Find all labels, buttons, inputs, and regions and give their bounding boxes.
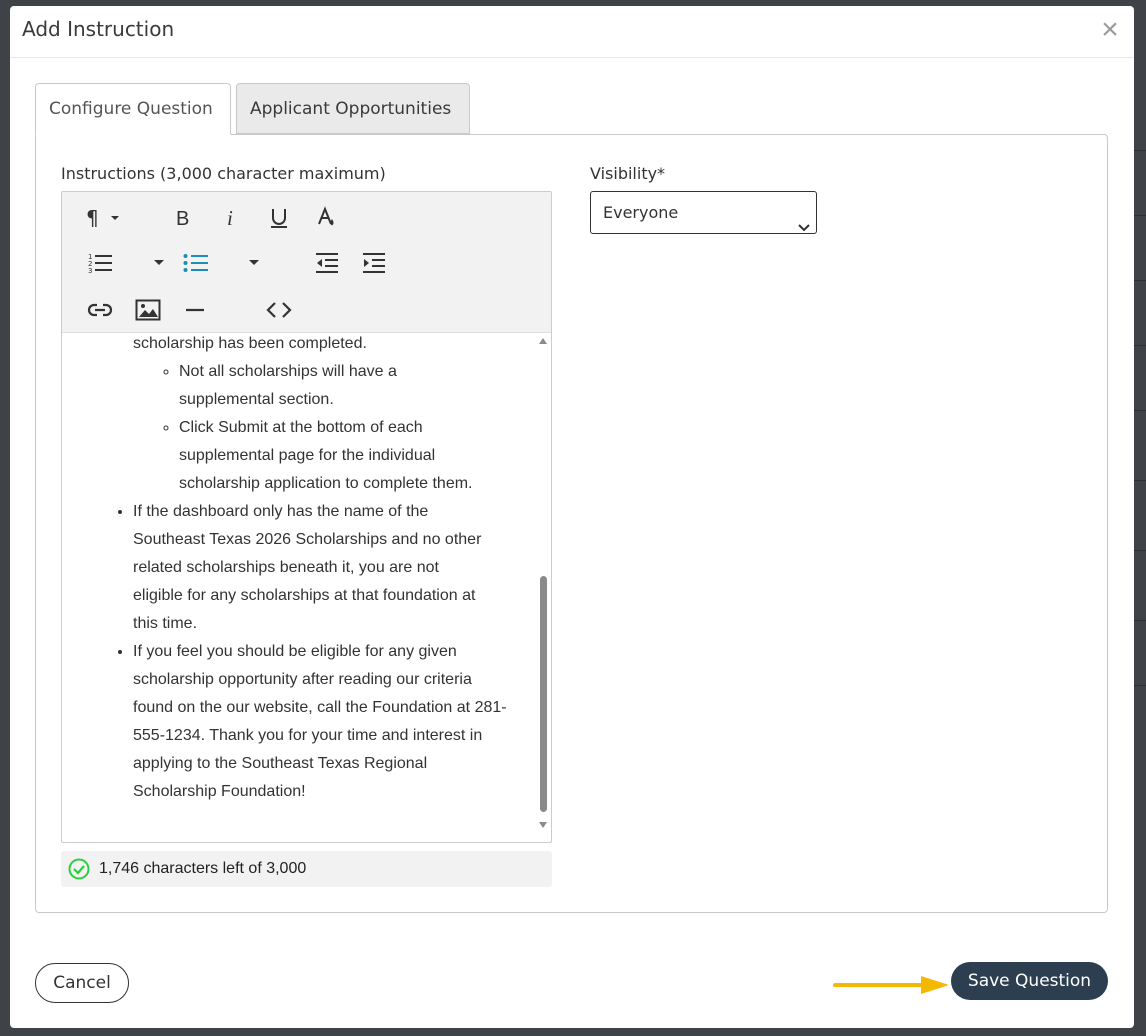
ordered-list-icon[interactable]: 123 <box>84 247 116 279</box>
italic-icon[interactable]: i <box>215 202 247 234</box>
check-circle-icon <box>68 858 90 885</box>
backdrop-line <box>1134 215 1146 216</box>
scroll-thumb[interactable] <box>540 576 547 812</box>
backdrop-line <box>1134 410 1146 411</box>
bold-icon[interactable]: B <box>167 202 199 234</box>
horizontal-rule-icon[interactable] <box>179 294 211 326</box>
sub-list: Not all scholarships will have a supplem… <box>179 358 519 498</box>
svg-text:B: B <box>176 208 189 229</box>
cancel-button[interactable]: Cancel <box>35 963 129 1003</box>
modal-title: Add Instruction <box>22 17 175 41</box>
paragraph-icon[interactable]: ¶ <box>84 202 124 234</box>
code-view-icon[interactable] <box>263 294 295 326</box>
svg-text:3: 3 <box>88 267 92 274</box>
backdrop-line <box>1134 280 1146 281</box>
link-icon[interactable] <box>84 294 116 326</box>
backdrop-line <box>1134 620 1146 621</box>
save-question-button[interactable]: Save Question <box>951 962 1108 1000</box>
backdrop-line <box>1134 150 1146 151</box>
indent-icon[interactable] <box>358 247 390 279</box>
svg-text:i: i <box>227 207 233 229</box>
annotation-arrow-icon <box>833 974 951 1001</box>
modal-header: Add Instruction × <box>10 6 1134 58</box>
backdrop-line <box>1134 345 1146 346</box>
chevron-down-icon <box>798 207 810 248</box>
add-instruction-modal: Add Instruction × Configure Question App… <box>10 6 1134 1028</box>
visibility-select[interactable]: Everyone <box>590 191 817 234</box>
visibility-selected-value: Everyone <box>603 203 679 222</box>
close-icon[interactable]: × <box>1098 15 1122 45</box>
list-item: If you feel you should be eligible for a… <box>133 638 509 806</box>
tab-configure-question[interactable]: Configure Question <box>35 83 231 135</box>
svg-text:¶: ¶ <box>86 207 99 229</box>
ordered-list-dropdown-icon[interactable] <box>150 247 168 279</box>
list-item: Click Submit at the bottom of each suppl… <box>179 414 509 498</box>
editor-content[interactable]: scholarship has been completed. Not all … <box>62 332 536 842</box>
image-icon[interactable] <box>132 294 164 326</box>
editor-scrollbar[interactable] <box>536 332 550 842</box>
editor-toolbar: ¶ B i 123 <box>62 192 551 333</box>
list-item: If the dashboard only has the name of th… <box>133 498 493 638</box>
unordered-list-icon[interactable] <box>180 247 212 279</box>
scroll-up-icon[interactable] <box>539 338 547 344</box>
backdrop-line <box>1134 685 1146 686</box>
tab-applicant-opportunities[interactable]: Applicant Opportunities <box>236 83 470 134</box>
main-list: If the dashboard only has the name of th… <box>133 498 513 806</box>
character-counter: 1,746 characters left of 3,000 <box>61 851 552 887</box>
rich-text-editor: ¶ B i 123 scholarship has been completed… <box>61 191 552 843</box>
tab-panel: Instructions (3,000 character maximum) ¶… <box>35 134 1108 913</box>
text-color-icon[interactable] <box>311 202 343 234</box>
counter-text: 1,746 characters left of 3,000 <box>99 860 307 877</box>
scroll-down-icon[interactable] <box>539 822 547 828</box>
backdrop-line <box>1134 550 1146 551</box>
instructions-label: Instructions (3,000 character maximum) <box>61 164 386 183</box>
underline-icon[interactable] <box>263 202 295 234</box>
unordered-list-dropdown-icon[interactable] <box>245 247 263 279</box>
outdent-icon[interactable] <box>311 247 343 279</box>
backdrop-line <box>1134 480 1146 481</box>
list-item: Not all scholarships will have a supplem… <box>179 358 439 414</box>
visibility-label: Visibility* <box>590 164 666 183</box>
content-partial-line: scholarship has been completed. <box>133 335 367 352</box>
